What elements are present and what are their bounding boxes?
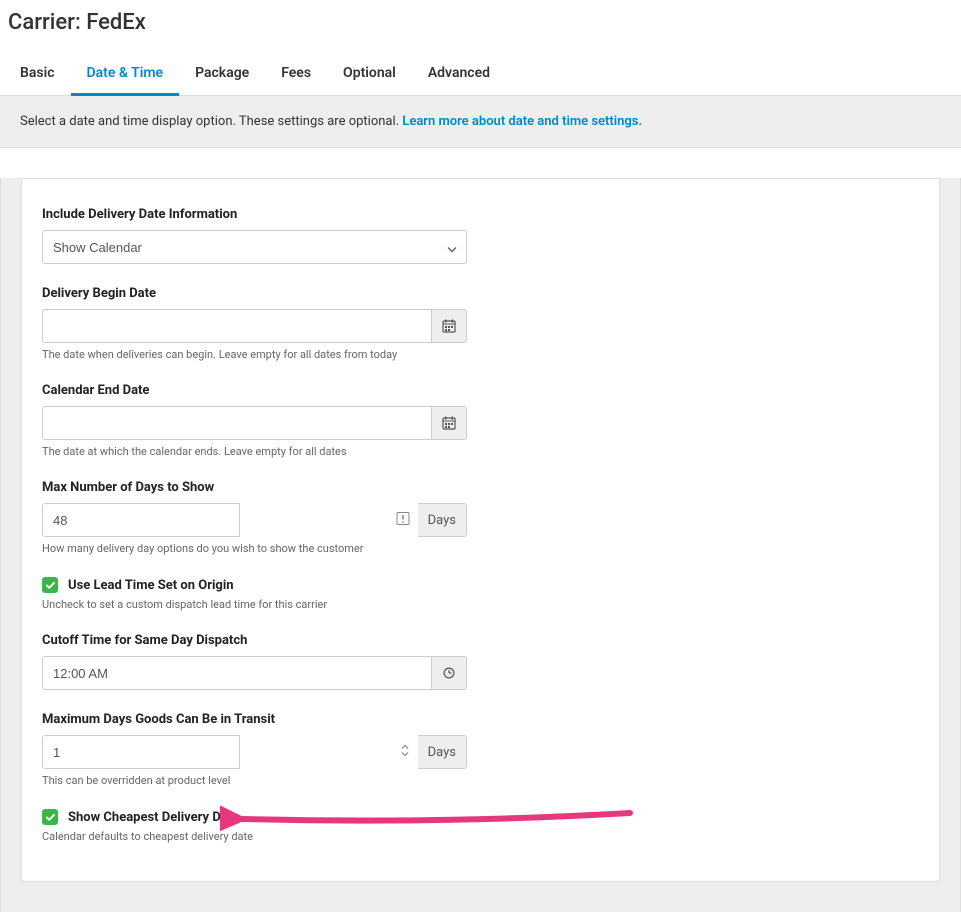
settings-panel: Include Delivery Date Information Show C…: [21, 178, 940, 882]
page-title: Carrier: FedEx: [0, 0, 961, 55]
cheapest-help: Calendar defaults to cheapest delivery d…: [42, 830, 919, 843]
info-bar: Select a date and time display option. T…: [0, 96, 961, 148]
max-days-help: How many delivery day options do you wis…: [42, 542, 919, 555]
end-date-input[interactable]: [42, 406, 432, 440]
calendar-icon[interactable]: [432, 309, 467, 343]
max-days-label: Max Number of Days to Show: [42, 480, 919, 495]
transit-input[interactable]: [42, 735, 240, 769]
max-days-input[interactable]: [42, 503, 240, 537]
alert-icon: [396, 511, 410, 530]
tab-fees[interactable]: Fees: [265, 55, 327, 96]
days-suffix: Days: [418, 503, 467, 537]
begin-date-label: Delivery Begin Date: [42, 286, 919, 301]
days-suffix: Days: [418, 735, 467, 769]
end-date-label: Calendar End Date: [42, 383, 919, 398]
lead-time-checkbox[interactable]: [42, 577, 58, 593]
begin-date-input[interactable]: [42, 309, 432, 343]
clock-icon[interactable]: [432, 656, 467, 690]
include-delivery-select[interactable]: Show Calendar: [42, 230, 467, 264]
spinner-icon[interactable]: [400, 744, 410, 761]
info-text: Select a date and time display option. T…: [20, 114, 402, 129]
tab-advanced[interactable]: Advanced: [412, 55, 506, 96]
learn-more-link[interactable]: Learn more about date and time settings.: [402, 114, 642, 129]
transit-label: Maximum Days Goods Can Be in Transit: [42, 712, 919, 727]
tabs-nav: Basic Date & Time Package Fees Optional …: [0, 55, 961, 96]
end-date-help: The date at which the calendar ends. Lea…: [42, 445, 919, 458]
lead-time-label: Use Lead Time Set on Origin: [68, 578, 234, 593]
begin-date-help: The date when deliveries can begin. Leav…: [42, 348, 919, 361]
include-delivery-label: Include Delivery Date Information: [42, 207, 919, 222]
calendar-icon[interactable]: [432, 406, 467, 440]
tab-date-time[interactable]: Date & Time: [71, 55, 180, 96]
transit-help: This can be overridden at product level: [42, 774, 919, 787]
tab-basic[interactable]: Basic: [4, 55, 71, 96]
cheapest-label: Show Cheapest Delivery Date: [68, 810, 239, 825]
tab-package[interactable]: Package: [179, 55, 265, 96]
cutoff-label: Cutoff Time for Same Day Dispatch: [42, 633, 919, 648]
lead-time-help: Uncheck to set a custom dispatch lead ti…: [42, 598, 919, 611]
cutoff-input[interactable]: [42, 656, 432, 690]
tab-optional[interactable]: Optional: [327, 55, 412, 96]
cheapest-checkbox[interactable]: [42, 809, 58, 825]
